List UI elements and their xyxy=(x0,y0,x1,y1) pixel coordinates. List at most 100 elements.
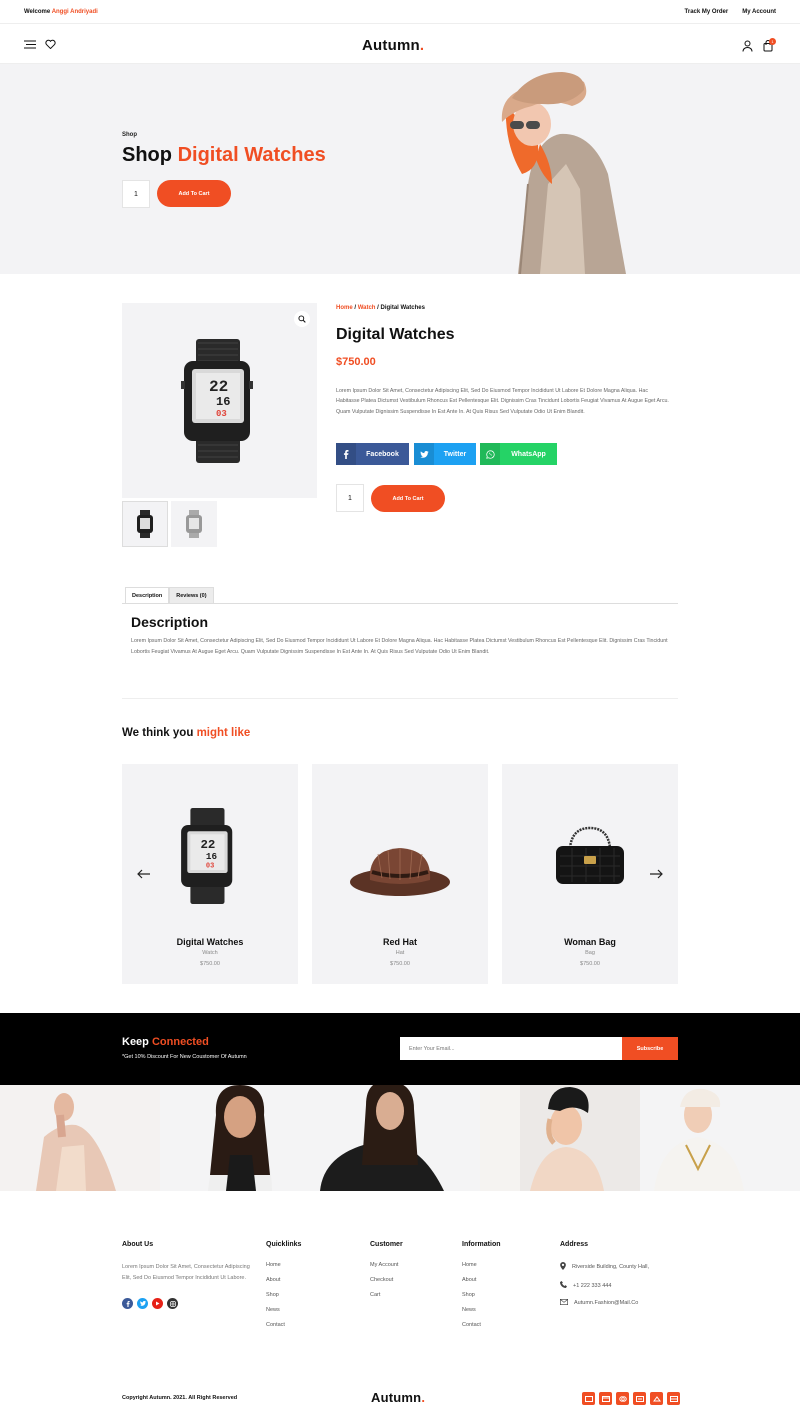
footer-link[interactable]: My Account xyxy=(370,1262,403,1268)
tabs-divider xyxy=(122,603,678,604)
hero-breadcrumb[interactable]: Shop xyxy=(122,132,137,138)
product-card-name[interactable]: Digital Watches xyxy=(122,937,298,947)
product-card[interactable]: 22 16 03 Digital Watches Watch $750.00 xyxy=(122,764,298,984)
breadcrumb-separator: / xyxy=(377,305,379,311)
newsletter-heading-prefix: Keep xyxy=(122,1036,149,1048)
gallery-image[interactable] xyxy=(160,1085,320,1191)
breadcrumb-separator: / xyxy=(354,305,357,311)
footer-address-heading: Address xyxy=(560,1241,589,1248)
footer-information-column: Information Home About Shop News Contact xyxy=(462,1241,501,1337)
footer-link[interactable]: Cart xyxy=(370,1292,403,1298)
user-icon[interactable] xyxy=(740,39,754,53)
hero-title-highlight: Digital Watches xyxy=(177,144,326,166)
address-phone-text[interactable]: +1 222 333 444 xyxy=(573,1283,611,1289)
product-card-price: $750.00 xyxy=(580,961,600,967)
product-thumbnail-1[interactable] xyxy=(122,501,168,547)
footer-link[interactable]: Home xyxy=(266,1262,301,1268)
top-links: Track My Order My Account xyxy=(685,9,776,15)
twitter-icon xyxy=(414,443,434,465)
hero-quantity-input[interactable]: 1 xyxy=(122,180,150,208)
mail-icon xyxy=(560,1299,568,1307)
menu-icon[interactable] xyxy=(23,37,37,51)
footer: About Us Lorem Ipsum Dolor Sit Amet, Con… xyxy=(0,1191,800,1415)
payment-icon-3 xyxy=(616,1392,629,1405)
svg-text:03: 03 xyxy=(206,863,214,871)
footer-link[interactable]: Shop xyxy=(462,1292,501,1298)
product-card-price: $750.00 xyxy=(390,961,410,967)
address-location-text: Riverside Building, County Hall, xyxy=(572,1264,650,1270)
product-main-image[interactable]: 22 16 03 xyxy=(122,303,317,498)
payment-icon-4 xyxy=(633,1392,646,1405)
zoom-icon[interactable] xyxy=(294,311,310,327)
product-description: Lorem Ipsum Dolor Sit Amet, Consectetur … xyxy=(336,388,669,415)
hero-title: Shop Digital Watches xyxy=(122,144,326,167)
arrow-right-icon[interactable] xyxy=(648,866,664,882)
instagram-icon[interactable] xyxy=(167,1298,178,1309)
product-card-price: $750.00 xyxy=(200,961,220,967)
address-location: Riverside Building, County Hall, xyxy=(560,1262,649,1272)
tab-reviews[interactable]: Reviews (0) xyxy=(169,587,214,603)
share-twitter-label: Twitter xyxy=(443,450,467,458)
footer-link[interactable]: About xyxy=(462,1277,501,1283)
breadcrumb-category[interactable]: Watch xyxy=(358,305,376,311)
footer-customer-column: Customer My Account Checkout Cart xyxy=(370,1241,403,1307)
youtube-icon[interactable] xyxy=(152,1298,163,1309)
payment-icon-1 xyxy=(582,1392,595,1405)
related-heading-highlight: might like xyxy=(196,727,251,739)
hero-add-to-cart-button[interactable]: Add To Cart xyxy=(157,180,231,207)
footer-logo[interactable]: Autumn. xyxy=(371,1390,425,1405)
share-whatsapp-button[interactable]: WhatsApp xyxy=(480,443,557,465)
main-header: Autumn. 1 xyxy=(0,24,800,64)
newsletter-subtext: *Get 10% Discount For New Coustomer Of A… xyxy=(122,1054,247,1060)
twitter-icon[interactable] xyxy=(137,1298,148,1309)
newsletter-email-input[interactable] xyxy=(400,1037,622,1060)
product-add-to-cart-button[interactable]: Add To Cart xyxy=(371,485,445,512)
product-quantity-input[interactable]: 1 xyxy=(336,484,364,512)
phone-icon xyxy=(560,1281,567,1290)
footer-link[interactable]: Contact xyxy=(266,1322,301,1328)
site-logo[interactable]: Autumn. xyxy=(362,37,424,54)
breadcrumb-home[interactable]: Home xyxy=(336,305,353,311)
heart-icon[interactable] xyxy=(43,37,57,51)
footer-link[interactable]: About xyxy=(266,1277,301,1283)
footer-information-heading: Information xyxy=(462,1241,501,1248)
footer-link[interactable]: Shop xyxy=(266,1292,301,1298)
footer-link[interactable]: Contact xyxy=(462,1322,501,1328)
svg-text:22: 22 xyxy=(209,378,228,396)
tab-description[interactable]: Description xyxy=(125,587,170,603)
footer-link[interactable]: News xyxy=(266,1307,301,1313)
product-card-category: Bag xyxy=(585,950,595,956)
product-card-name[interactable]: Red Hat xyxy=(312,937,488,947)
watch-image: 22 16 03 xyxy=(181,807,233,905)
footer-link[interactable]: Checkout xyxy=(370,1277,403,1283)
share-facebook-button[interactable]: Facebook xyxy=(336,443,409,465)
product-card[interactable]: Red Hat Hat $750.00 xyxy=(312,764,488,984)
share-whatsapp-label: WhatsApp xyxy=(511,450,546,458)
gallery-image[interactable] xyxy=(0,1085,160,1191)
product-card-name[interactable]: Woman Bag xyxy=(502,937,678,947)
newsletter-heading: Keep Connected xyxy=(122,1036,209,1048)
gallery-image[interactable] xyxy=(320,1085,480,1191)
share-twitter-button[interactable]: Twitter xyxy=(414,443,476,465)
subscribe-button[interactable]: Subscribe xyxy=(622,1037,678,1060)
track-order-link[interactable]: Track My Order xyxy=(685,9,729,15)
gallery-image[interactable] xyxy=(480,1085,640,1191)
footer-about-heading: About Us xyxy=(122,1241,154,1248)
user-name[interactable]: Anggi Andriyadi xyxy=(52,9,98,15)
facebook-icon[interactable] xyxy=(122,1298,133,1309)
hero-title-prefix: Shop xyxy=(122,144,172,166)
product-thumbnail-2[interactable] xyxy=(171,501,217,547)
my-account-link[interactable]: My Account xyxy=(742,9,776,15)
footer-logo-text: Autumn xyxy=(371,1390,422,1405)
address-email-text[interactable]: Autumn.Fashion@Mail.Co xyxy=(574,1300,638,1306)
newsletter-section: Keep Connected *Get 10% Discount For New… xyxy=(0,1013,800,1085)
footer-quicklinks-heading: Quicklinks xyxy=(266,1241,302,1248)
footer-link[interactable]: Home xyxy=(462,1262,501,1268)
instagram-gallery xyxy=(0,1085,800,1191)
footer-link[interactable]: News xyxy=(462,1307,501,1313)
gallery-image[interactable] xyxy=(640,1085,800,1191)
product-card-category: Hat xyxy=(395,950,405,956)
hero-banner: Shop Shop Digital Watches 1 Add To Cart xyxy=(0,64,800,274)
product-card[interactable]: Woman Bag Bag $750.00 xyxy=(502,764,678,984)
arrow-left-icon[interactable] xyxy=(136,866,152,882)
